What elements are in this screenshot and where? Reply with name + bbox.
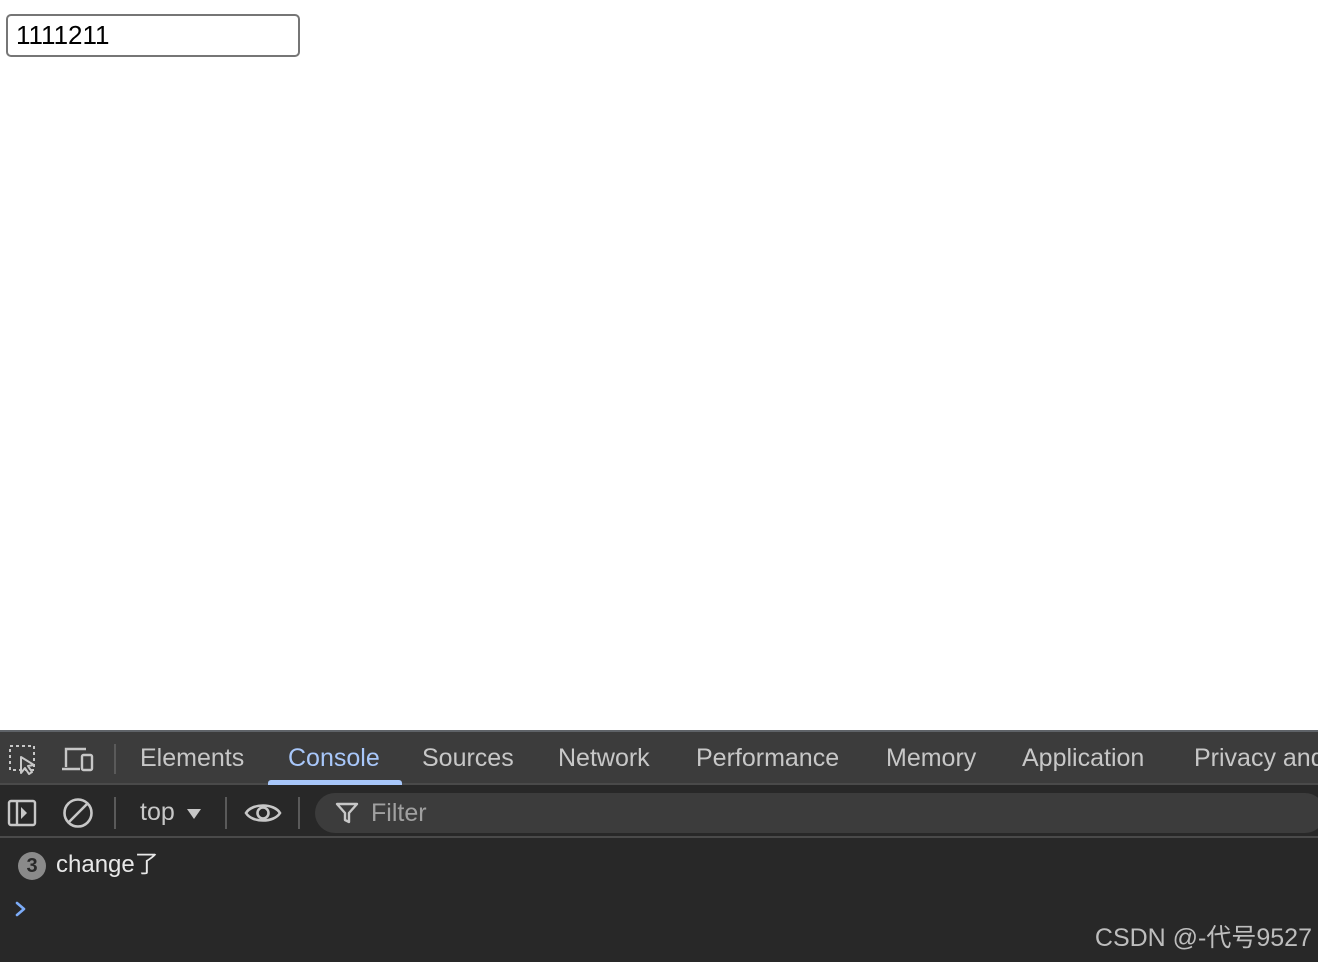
sidebar-toggle-icon[interactable] [4, 795, 40, 831]
toolbar-separator [225, 797, 227, 829]
repeat-count-badge: 3 [18, 852, 46, 880]
tab-sources[interactable]: Sources [422, 732, 514, 785]
devtools-panel: Elements Console Sources Network Perform… [0, 730, 1318, 962]
console-message: 3 change了 [0, 842, 1318, 886]
tab-application[interactable]: Application [1022, 732, 1144, 785]
inspect-element-icon[interactable] [6, 742, 40, 776]
clear-console-icon[interactable] [60, 795, 96, 831]
console-toolbar: top [0, 787, 1318, 838]
tab-memory[interactable]: Memory [886, 732, 976, 785]
context-selector[interactable]: top [140, 787, 175, 838]
toolbar-separator [298, 797, 300, 829]
console-message-text: change了 [56, 851, 159, 878]
text-input[interactable] [6, 14, 300, 57]
tab-elements[interactable]: Elements [140, 732, 244, 785]
filter-box[interactable] [315, 793, 1318, 833]
tab-separator [114, 744, 116, 774]
prompt-chevron-icon[interactable] [12, 894, 32, 924]
tab-network[interactable]: Network [558, 732, 650, 785]
dropdown-caret-icon[interactable] [186, 807, 202, 825]
tab-privacy-and-security[interactable]: Privacy and [1194, 732, 1318, 785]
filter-icon [333, 799, 361, 827]
tab-console[interactable]: Console [288, 732, 380, 785]
eye-icon[interactable] [244, 795, 282, 831]
filter-input[interactable] [371, 793, 1271, 833]
page-viewport [0, 0, 1318, 730]
active-tab-indicator [268, 780, 402, 785]
watermark: CSDN @-代号9527 [1094, 924, 1312, 952]
devtools-tab-bar: Elements Console Sources Network Perform… [0, 732, 1318, 785]
toolbar-separator [114, 797, 116, 829]
device-toolbar-icon[interactable] [60, 742, 94, 776]
tab-performance[interactable]: Performance [696, 732, 839, 785]
